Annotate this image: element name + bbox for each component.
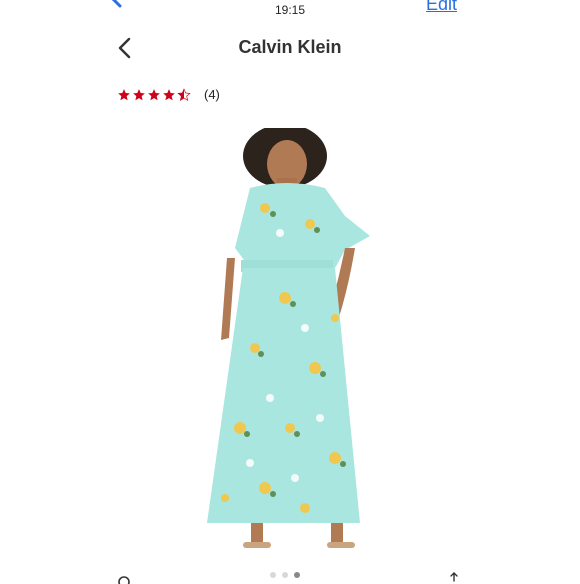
back-arrow-icon[interactable] [104, 0, 132, 12]
carousel-indicator [270, 572, 300, 578]
carousel-dot[interactable] [270, 572, 276, 578]
share-icon[interactable] [449, 572, 459, 582]
status-bar-time: 19:15 [274, 3, 306, 17]
star-icon [148, 88, 160, 100]
edit-link[interactable]: Edit [426, 0, 457, 15]
half-star-icon [177, 87, 191, 101]
star-icon [118, 88, 130, 100]
product-rating[interactable]: (4) [117, 87, 220, 102]
search-icon[interactable] [117, 574, 131, 584]
page-title: Calvin Klein [238, 37, 342, 57]
carousel-dot-active[interactable] [294, 572, 300, 578]
star-rating [117, 87, 192, 102]
carousel-dot[interactable] [282, 572, 288, 578]
star-icon [163, 88, 175, 100]
review-count[interactable]: (4) [204, 87, 220, 102]
star-icon [133, 88, 145, 100]
product-image[interactable] [195, 128, 395, 558]
